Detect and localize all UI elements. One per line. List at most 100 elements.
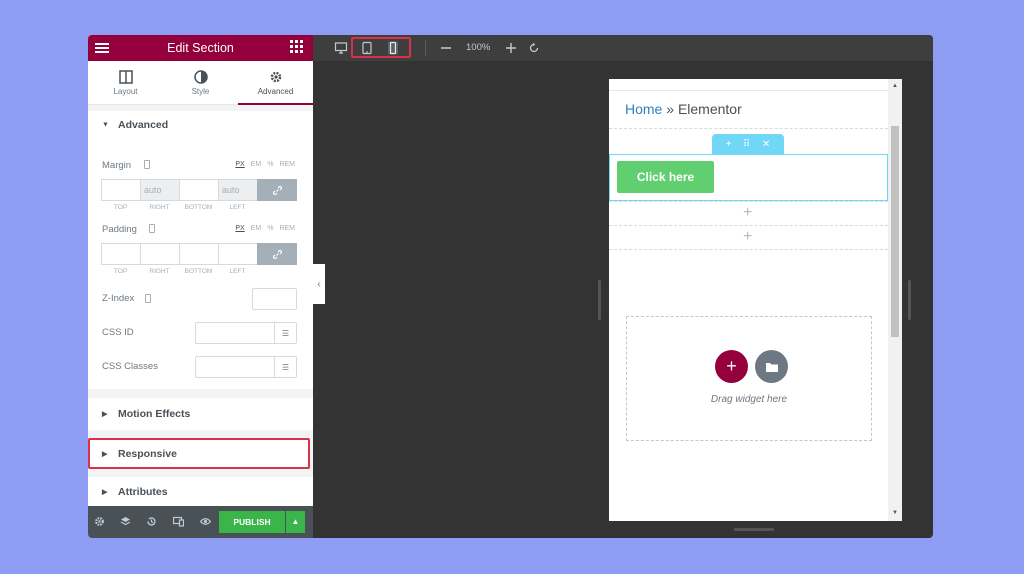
editor-panel: Edit Section Layout Style Advanced ▼ Adv… xyxy=(88,35,313,538)
zoom-in-icon[interactable] xyxy=(504,41,518,55)
mobile-icon[interactable] xyxy=(386,41,400,55)
padding-right-input[interactable] xyxy=(140,243,179,265)
scroll-down-arrow-icon[interactable]: ▼ xyxy=(892,510,898,516)
panel-title: Edit Section xyxy=(167,41,234,55)
widgets-grid-icon[interactable] xyxy=(290,40,303,53)
history-icon[interactable] xyxy=(146,516,157,527)
contrast-icon xyxy=(193,70,208,84)
css-classes-label: CSS Classes xyxy=(102,361,158,372)
mobile-device-icon[interactable] xyxy=(144,160,150,169)
side-right: RIGHT xyxy=(149,204,170,211)
margin-left-input[interactable]: auto xyxy=(218,179,257,201)
section-attributes-header[interactable]: ▶ Attributes xyxy=(88,477,313,506)
section-responsive-label: Responsive xyxy=(118,448,177,460)
caret-down-icon: ▼ xyxy=(102,121,109,129)
link-icon xyxy=(272,185,282,195)
resize-handle-right[interactable] xyxy=(908,280,911,320)
link-icon xyxy=(272,249,282,259)
breadcrumb-current: Elementor xyxy=(677,101,742,117)
unit-rem[interactable]: REM xyxy=(279,225,295,232)
unit-rem[interactable]: REM xyxy=(279,161,295,168)
unit-em[interactable]: EM xyxy=(251,225,262,232)
link-values-button[interactable] xyxy=(257,179,297,201)
breadcrumb-separator: » xyxy=(662,101,678,117)
add-element-icon[interactable]: + xyxy=(743,204,752,222)
zoom-out-icon[interactable] xyxy=(439,41,453,55)
add-element-icon[interactable]: + xyxy=(743,228,752,246)
preview-eye-icon[interactable] xyxy=(200,516,211,527)
resize-handle-bottom[interactable] xyxy=(734,528,774,531)
breadcrumb: Home » Elementor xyxy=(625,101,742,117)
click-here-button[interactable]: Click here xyxy=(617,161,714,193)
side-left: LEFT xyxy=(229,204,246,211)
zoom-level: 100% xyxy=(466,42,491,53)
section-motion-effects-header[interactable]: ▶ Motion Effects xyxy=(88,398,313,430)
widget-drop-zone[interactable]: + Drag widget here xyxy=(626,316,872,441)
padding-top-input[interactable] xyxy=(101,243,140,265)
caret-right-icon: ▶ xyxy=(102,451,108,458)
tab-advanced[interactable]: Advanced xyxy=(238,61,313,105)
margin-inputs: auto auto xyxy=(101,179,297,201)
section-handle-bar: + ⠿ ✕ xyxy=(712,134,784,154)
side-top: TOP xyxy=(113,204,128,211)
css-id-input[interactable]: ☰ xyxy=(195,322,297,344)
resize-handle-left[interactable] xyxy=(598,280,601,320)
responsive-mode-icon[interactable] xyxy=(173,516,184,527)
padding-side-labels: TOP RIGHT BOTTOM LEFT xyxy=(101,268,257,275)
mobile-device-icon[interactable] xyxy=(149,224,155,233)
settings-icon[interactable] xyxy=(94,516,105,527)
breadcrumb-home-link[interactable]: Home xyxy=(625,101,662,117)
plus-icon: + xyxy=(726,356,737,376)
link-values-button[interactable] xyxy=(257,243,297,265)
margin-bottom-input[interactable] xyxy=(179,179,218,201)
padding-inputs xyxy=(101,243,297,265)
folder-icon xyxy=(765,362,778,372)
section-boundary xyxy=(609,249,888,250)
side-bottom: BOTTOM xyxy=(184,268,213,275)
section-attributes-label: Attributes xyxy=(118,485,168,498)
tab-style[interactable]: Style xyxy=(163,61,238,105)
caret-up-icon: ▲ xyxy=(291,517,300,526)
unit-px[interactable]: PX xyxy=(235,161,244,168)
padding-left-input[interactable] xyxy=(218,243,257,265)
unit-percent[interactable]: % xyxy=(267,225,273,232)
scrollbar-thumb[interactable] xyxy=(891,126,899,337)
delete-section-icon[interactable]: ✕ xyxy=(762,139,770,150)
reset-zoom-icon[interactable] xyxy=(527,41,541,55)
dynamic-tags-icon[interactable]: ☰ xyxy=(274,323,296,343)
section-advanced-header[interactable]: ▼ Advanced xyxy=(88,111,313,139)
mobile-preview-frame: Home » Elementor + ⠿ ✕ Click here + + + … xyxy=(609,79,902,521)
tablet-icon[interactable] xyxy=(360,41,374,55)
dynamic-tags-icon[interactable]: ☰ xyxy=(274,357,296,377)
scroll-up-arrow-icon[interactable]: ▲ xyxy=(892,83,898,89)
add-template-button[interactable] xyxy=(755,350,788,383)
css-classes-input[interactable]: ☰ xyxy=(195,356,297,378)
mobile-device-icon[interactable] xyxy=(145,294,151,303)
unit-percent[interactable]: % xyxy=(267,161,273,168)
z-index-label: Z-Index xyxy=(102,293,135,304)
margin-units[interactable]: PX EM % REM xyxy=(235,161,295,168)
unit-px[interactable]: PX xyxy=(235,225,244,232)
desktop-icon[interactable] xyxy=(334,41,348,55)
panel-header: Edit Section xyxy=(88,35,313,61)
layers-icon[interactable] xyxy=(120,516,131,527)
padding-bottom-input[interactable] xyxy=(179,243,218,265)
add-new-section-button[interactable]: + xyxy=(715,350,748,383)
add-section-icon[interactable]: + xyxy=(726,139,732,150)
padding-units[interactable]: PX EM % REM xyxy=(235,225,295,232)
tab-layout-label: Layout xyxy=(113,87,138,96)
z-index-input[interactable] xyxy=(252,288,297,310)
section-responsive-header[interactable]: ▶ Responsive xyxy=(90,440,308,468)
drag-handle-icon[interactable]: ⠿ xyxy=(743,139,750,150)
margin-right-input[interactable]: auto xyxy=(140,179,179,201)
publish-button[interactable]: PUBLISH xyxy=(219,511,285,533)
tab-layout[interactable]: Layout xyxy=(88,61,163,105)
collapse-panel-button[interactable]: ‹ xyxy=(313,264,325,304)
unit-em[interactable]: EM xyxy=(251,161,262,168)
margin-side-labels: TOP RIGHT BOTTOM LEFT xyxy=(101,204,257,211)
publish-options-button[interactable]: ▲ xyxy=(286,511,305,533)
gear-icon xyxy=(270,71,281,83)
caret-right-icon: ▶ xyxy=(102,488,108,496)
header-divider xyxy=(609,90,888,91)
margin-top-input[interactable] xyxy=(101,179,140,201)
